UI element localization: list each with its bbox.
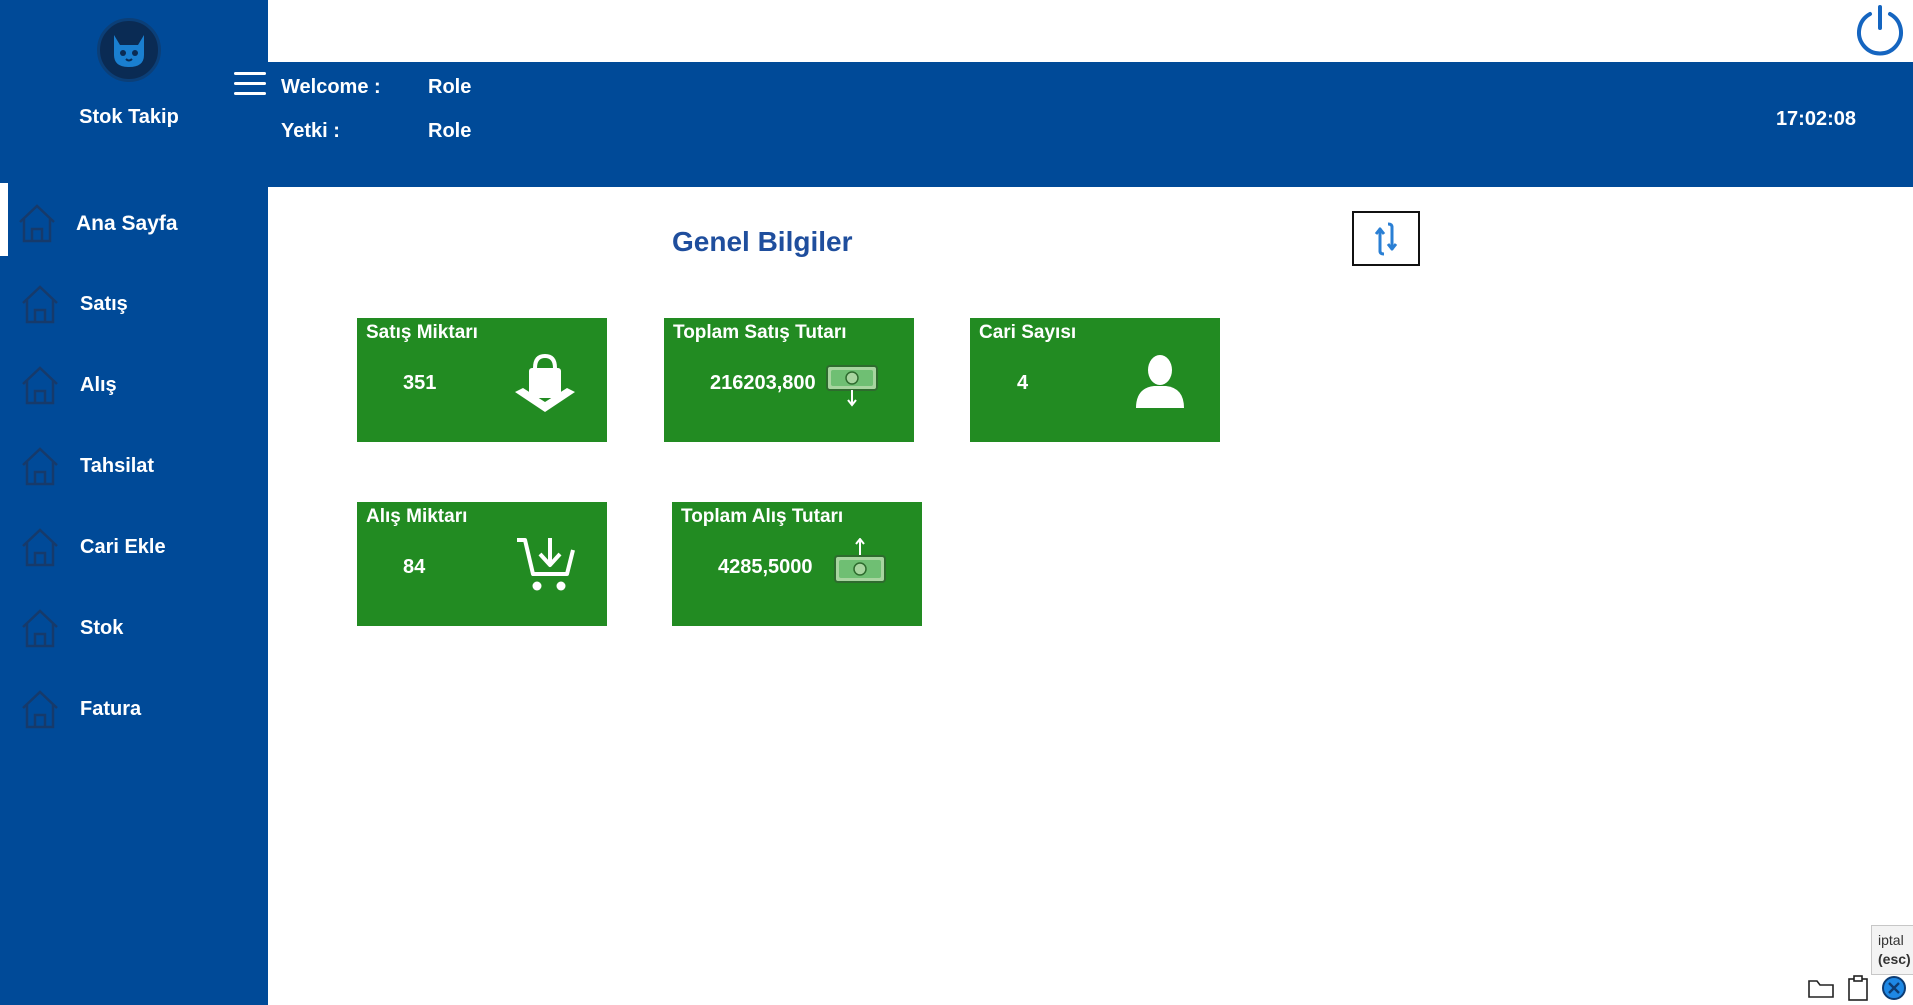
sidebar-item-label: Satış [80,293,128,315]
home-icon [22,366,58,405]
refresh-button[interactable] [1352,211,1420,266]
sidebar-item-label: Alış [80,374,117,396]
card-value: 216203,800 [710,372,816,394]
sidebar-item-stok[interactable]: Stok [0,588,268,669]
home-icon [22,447,58,486]
welcome-value: Role [428,76,472,98]
card-alis-miktari[interactable]: Alış Miktarı 84 [357,502,607,626]
cat-logo-icon [97,18,161,82]
card-toplam-satis-tutari[interactable]: Toplam Satış Tutarı 216203,800 [664,318,914,442]
folder-icon[interactable] [1806,974,1836,1002]
card-title: Toplam Satış Tutarı [673,322,847,343]
card-value: 84 [403,556,426,578]
home-icon [19,204,55,243]
sidebar-item-cari-ekle[interactable]: Cari Ekle [0,507,268,588]
sidebar-item-label: Cari Ekle [80,536,166,558]
clipboard-icon[interactable] [1846,974,1870,1002]
close-icon[interactable] [1880,974,1908,1002]
sidebar-nav: Ana Sayfa Satış Alış Tahsilat Cari Ekle … [0,183,268,750]
sidebar-item-ana-sayfa[interactable]: Ana Sayfa [0,183,268,264]
power-icon[interactable] [1854,4,1906,56]
card-title: Satış Miktarı [366,322,478,343]
refresh-icon [1374,222,1398,255]
card-value: 4285,5000 [718,556,813,578]
sidebar-item-tahsilat[interactable]: Tahsilat [0,426,268,507]
header-bar [268,62,1913,187]
active-indicator [0,183,8,256]
sidebar: Stok Takip Ana Sayfa Satış Alış Tahsilat… [0,0,268,1005]
cancel-tooltip: iptal (esc) [1871,925,1913,975]
card-toplam-alis-tutari[interactable]: Toplam Alış Tutarı 4285,5000 [672,502,922,626]
sidebar-item-label: Tahsilat [80,455,155,477]
sidebar-item-fatura[interactable]: Fatura [0,669,268,750]
sidebar-item-label: Ana Sayfa [76,211,178,235]
page-title: Genel Bilgiler [672,226,853,257]
welcome-label: Welcome : [281,76,381,98]
money-out-icon [826,365,878,407]
card-title: Toplam Alış Tutarı [681,506,844,527]
card-value: 351 [403,372,437,394]
yetki-label: Yetki : [281,120,340,142]
money-in-icon [834,538,886,583]
home-icon [22,528,58,567]
clock: 17:02:08 [1775,108,1856,130]
tooltip-line: iptal [1878,932,1904,948]
card-satis-miktari[interactable]: Satış Miktarı 351 [357,318,607,442]
shopping-bag-icon [515,353,575,412]
menu-icon[interactable] [234,72,266,98]
sidebar-item-satis[interactable]: Satış [0,264,268,345]
card-title: Cari Sayısı [979,322,1077,343]
app-name: Stok Takip [79,106,179,128]
card-title: Alış Miktarı [366,506,468,527]
home-icon [22,285,58,324]
cart-download-icon [517,538,575,591]
user-icon [1136,355,1184,408]
yetki-value: Role [428,120,472,142]
card-value: 4 [1017,372,1029,394]
home-icon [22,609,58,648]
tooltip-shortcut: (esc) [1878,951,1911,967]
sidebar-item-label: Fatura [80,698,142,720]
sidebar-item-alis[interactable]: Alış [0,345,268,426]
sidebar-item-label: Stok [80,617,124,639]
home-icon [22,690,58,729]
card-cari-sayisi[interactable]: Cari Sayısı 4 [970,318,1220,442]
